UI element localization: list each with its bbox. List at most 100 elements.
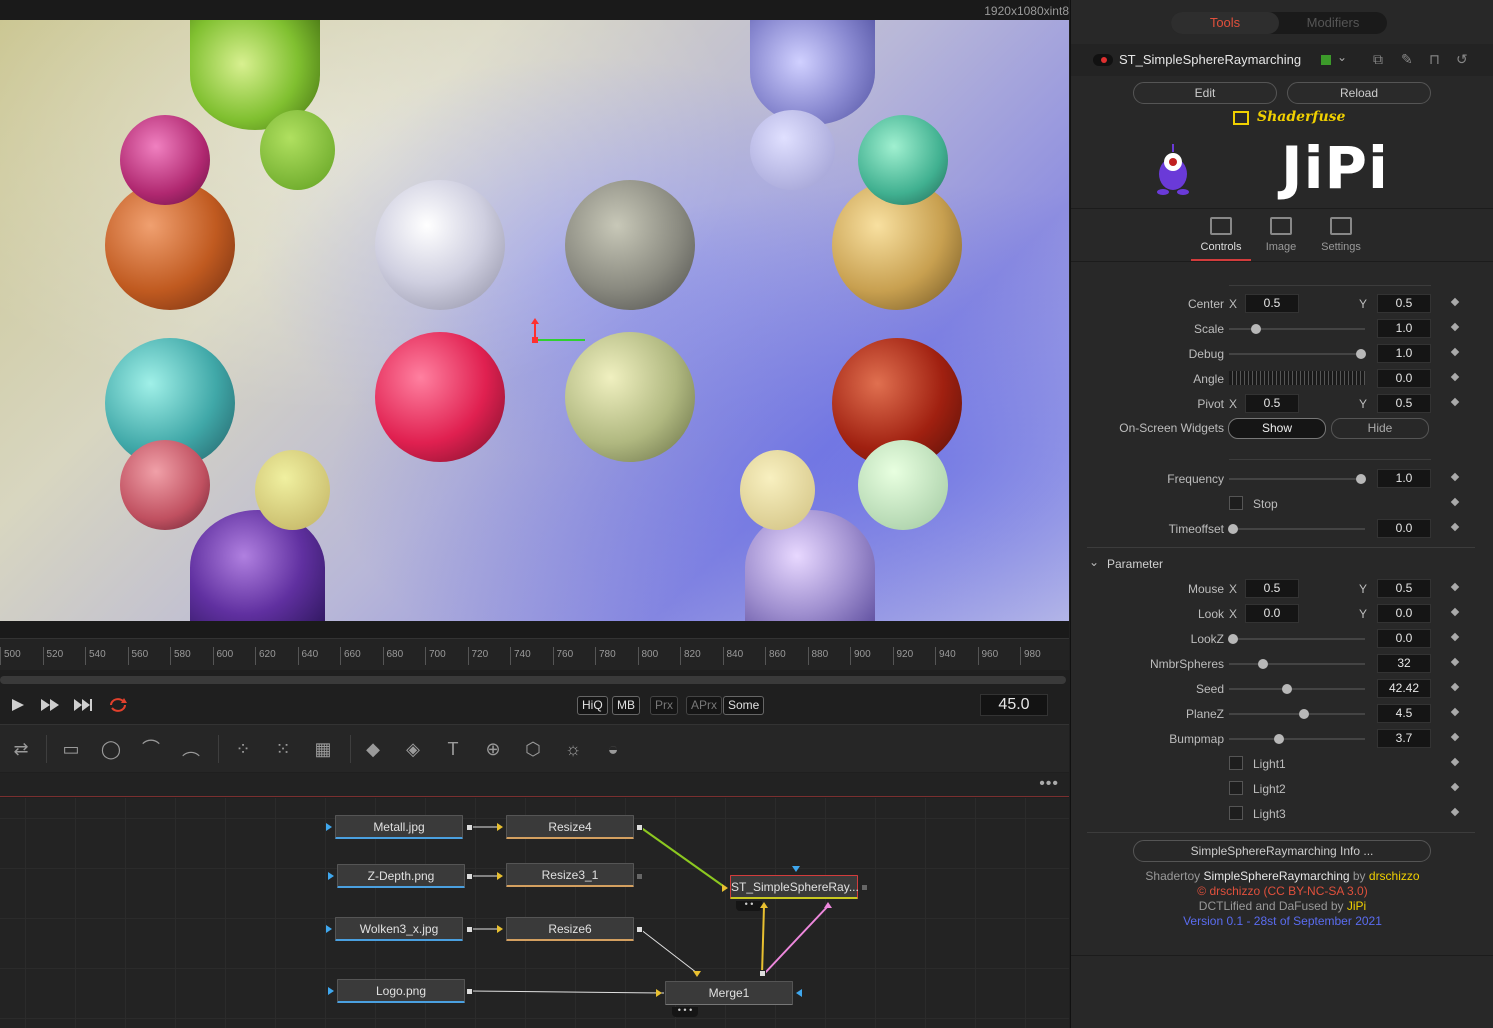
planez-slider[interactable] <box>1229 709 1365 719</box>
node-options[interactable]: • • <box>736 900 762 911</box>
node-resize6[interactable]: Resize6 <box>506 917 634 941</box>
timeline-scrollbar[interactable] <box>0 676 1066 684</box>
look-x-field[interactable]: 0.0 <box>1245 604 1299 623</box>
debug-field[interactable]: 1.0 <box>1377 344 1431 363</box>
node-zdepth[interactable]: Z-Depth.png <box>337 864 465 888</box>
tool-name[interactable]: ST_SimpleSphereRaymarching <box>1119 52 1301 67</box>
slider-knob[interactable] <box>1274 734 1285 744</box>
camera-3d-icon[interactable]: ⬡ <box>520 737 546 761</box>
output-port[interactable] <box>636 824 643 831</box>
seed-field[interactable]: 42.42 <box>1377 679 1431 698</box>
lookz-field[interactable]: 0.0 <box>1377 629 1431 648</box>
slider-knob[interactable] <box>1355 474 1366 484</box>
tab-image[interactable]: Image <box>1251 213 1311 253</box>
output-port[interactable] <box>759 970 766 977</box>
section-title[interactable]: Parameter <box>1107 557 1163 571</box>
slider-knob[interactable] <box>1298 709 1309 719</box>
shape-3d-icon[interactable]: ◈ <box>400 737 426 761</box>
look-y-field[interactable]: 0.0 <box>1377 604 1431 623</box>
pivot-y-field[interactable]: 0.5 <box>1377 394 1431 413</box>
output-port[interactable] <box>466 926 473 933</box>
keyframe-diamond-icon[interactable] <box>1450 657 1460 667</box>
seed-slider[interactable] <box>1229 684 1365 694</box>
aprx-button[interactable]: APrx <box>686 696 723 715</box>
skip-end-icon[interactable] <box>72 696 96 714</box>
keyframe-diamond-icon[interactable] <box>1450 782 1460 792</box>
info-button[interactable]: SimpleSphereRaymarching Info ... <box>1133 840 1431 862</box>
ellipse-mask-icon[interactable]: ◯ <box>98 737 124 761</box>
keyframe-diamond-icon[interactable] <box>1450 707 1460 717</box>
show-widgets-button[interactable]: Show <box>1228 418 1326 439</box>
particle-style-icon[interactable]: ▦ <box>310 737 336 761</box>
output-port[interactable] <box>466 988 473 995</box>
merge-3d-icon[interactable]: ⊕ <box>480 737 506 761</box>
lock-icon[interactable]: ⊓ <box>1429 51 1440 68</box>
keyframe-diamond-icon[interactable] <box>1450 522 1460 532</box>
render-output[interactable] <box>0 20 1069 621</box>
tab-controls[interactable]: Controls <box>1191 213 1251 261</box>
polygon-mask-icon[interactable]: ⌒ <box>138 737 164 761</box>
slider-knob[interactable] <box>1258 659 1268 669</box>
stop-checkbox[interactable] <box>1229 496 1243 510</box>
renderer-3d-icon[interactable]: ◒ <box>600 737 626 761</box>
tab-settings[interactable]: Settings <box>1311 213 1371 253</box>
image-plane-3d-icon[interactable]: ◆ <box>360 737 386 761</box>
node-wolken[interactable]: Wolken3_x.jpg <box>335 917 463 941</box>
keyframe-diamond-icon[interactable] <box>1450 322 1460 332</box>
keyframe-diamond-icon[interactable] <box>1450 297 1460 307</box>
viewer[interactable]: 1920x1080xint8 <box>0 0 1069 638</box>
keyframe-diamond-icon[interactable] <box>1450 632 1460 642</box>
keyframe-diamond-icon[interactable] <box>1450 497 1460 507</box>
node-flow[interactable]: Metall.jpg Z-Depth.png Wolken3_x.jpg Log… <box>0 798 1069 1028</box>
text-3d-icon[interactable]: T <box>440 737 466 761</box>
keyframe-diamond-icon[interactable] <box>1450 807 1460 817</box>
keyframe-diamond-icon[interactable] <box>1450 347 1460 357</box>
node-merge1[interactable]: Merge1 <box>665 981 793 1005</box>
light1-checkbox[interactable] <box>1229 756 1243 770</box>
debug-slider[interactable] <box>1229 349 1366 359</box>
tab-modifiers[interactable]: Modifiers <box>1279 12 1387 34</box>
light-3d-icon[interactable]: ☼ <box>560 737 586 761</box>
tool-enable-toggle[interactable] <box>1093 54 1113 66</box>
nmbrspheres-slider[interactable] <box>1229 659 1365 669</box>
timeoffset-slider[interactable] <box>1228 524 1365 534</box>
slider-knob[interactable] <box>1228 634 1239 644</box>
mouse-y-field[interactable]: 0.5 <box>1377 579 1431 598</box>
edit-button[interactable]: Edit <box>1133 82 1277 104</box>
mouse-x-field[interactable]: 0.5 <box>1245 579 1299 598</box>
light2-checkbox[interactable] <box>1229 781 1243 795</box>
chevron-down-icon[interactable]: ⌄ <box>1089 555 1099 569</box>
keyframe-diamond-icon[interactable] <box>1450 397 1460 407</box>
play-icon[interactable] <box>6 696 30 714</box>
hide-widgets-button[interactable]: Hide <box>1331 418 1429 439</box>
bspline-mask-icon[interactable]: ︵ <box>178 737 204 761</box>
flow-options-menu[interactable]: ••• <box>1039 775 1059 793</box>
center-y-field[interactable]: 0.5 <box>1377 294 1431 313</box>
prx-button[interactable]: Prx <box>650 696 678 715</box>
bumpmap-slider[interactable] <box>1229 734 1365 744</box>
output-port[interactable] <box>466 873 473 880</box>
keyframe-diamond-icon[interactable] <box>1450 582 1460 592</box>
nmbrspheres-field[interactable]: 32 <box>1377 654 1431 673</box>
mb-button[interactable]: MB <box>612 696 640 715</box>
keyframe-diamond-icon[interactable] <box>1450 607 1460 617</box>
author-link[interactable]: drschizzo <box>1369 869 1420 883</box>
fast-forward-icon[interactable] <box>38 696 62 714</box>
frequency-field[interactable]: 1.0 <box>1377 469 1431 488</box>
output-port[interactable] <box>466 824 473 831</box>
hiq-button[interactable]: HiQ <box>577 696 608 715</box>
slider-knob[interactable] <box>1355 349 1366 359</box>
versions-icon[interactable]: ⧉ <box>1373 51 1383 68</box>
viewer-toggle-icon[interactable]: ⇄ <box>8 737 34 761</box>
node-metall[interactable]: Metall.jpg <box>335 815 463 839</box>
pivot-x-field[interactable]: 0.5 <box>1245 394 1299 413</box>
planez-field[interactable]: 4.5 <box>1377 704 1431 723</box>
output-port[interactable] <box>636 926 643 933</box>
center-x-field[interactable]: 0.5 <box>1245 294 1299 313</box>
particle-emitter-icon[interactable]: ⁘ <box>230 737 256 761</box>
some-button[interactable]: Some <box>723 696 765 715</box>
chevron-down-icon[interactable]: ⌄ <box>1337 50 1347 64</box>
tab-tools[interactable]: Tools <box>1171 12 1279 34</box>
current-frame-field[interactable]: 45.0 <box>980 694 1048 716</box>
node-logo[interactable]: Logo.png <box>337 979 465 1003</box>
